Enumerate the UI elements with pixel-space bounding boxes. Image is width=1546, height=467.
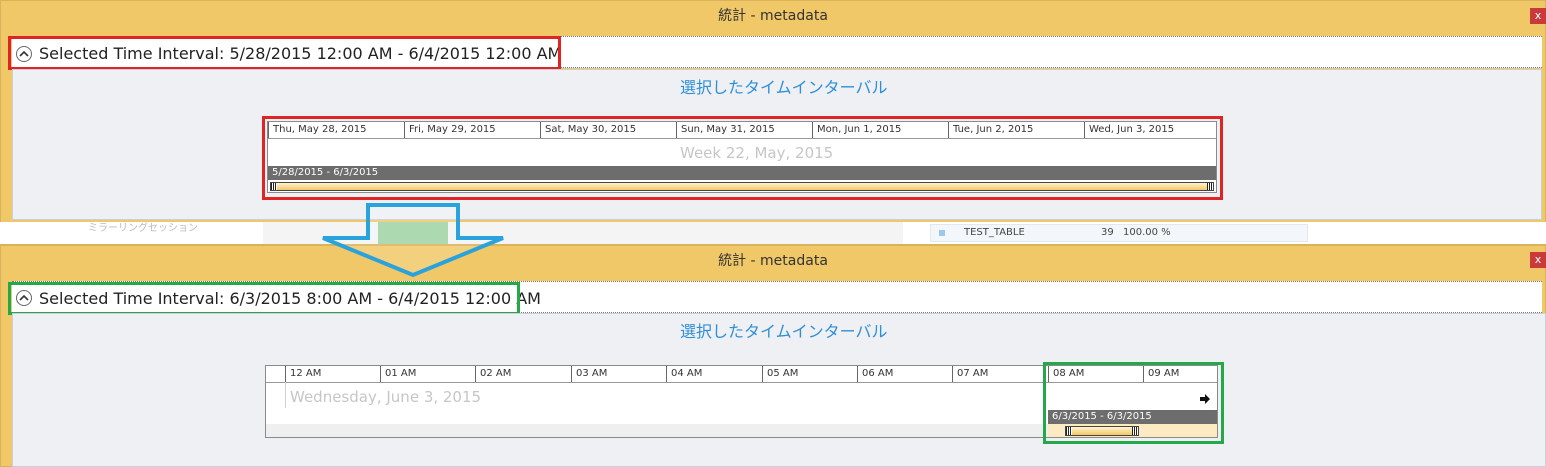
hour-tick: 07 AM xyxy=(952,366,1048,382)
top-interval-highlight xyxy=(8,36,561,70)
hour-tick: 03 AM xyxy=(571,366,666,382)
bottom-subtitle: 選択したタイムインターバル xyxy=(680,322,888,341)
background-content: ミラーリングセッション TEST_TABLE 39 100.00 % xyxy=(0,222,1546,244)
table-square-icon xyxy=(939,230,945,236)
background-table-row: TEST_TABLE 39 100.00 % xyxy=(930,224,1308,242)
bottom-window-title: 統計 - metadata xyxy=(718,253,828,269)
top-timeline-highlight xyxy=(262,116,1223,200)
hour-tick: 05 AM xyxy=(762,366,857,382)
table-percent: 100.00 % xyxy=(1123,227,1171,238)
down-arrow-icon xyxy=(318,203,508,282)
hour-tick: 02 AM xyxy=(475,366,571,382)
bottom-selection-highlight xyxy=(1043,362,1224,444)
hour-tick: 01 AM xyxy=(380,366,475,382)
top-close-icon[interactable]: x xyxy=(1530,8,1546,24)
hour-tick: 06 AM xyxy=(857,366,952,382)
hour-tick: 12 AM xyxy=(285,366,380,382)
top-subtitle: 選択したタイムインターバル xyxy=(680,78,888,97)
bottom-close-icon[interactable]: x xyxy=(1530,252,1546,268)
bottom-interval-highlight xyxy=(8,282,520,315)
table-name: TEST_TABLE xyxy=(964,227,1025,238)
day-separator xyxy=(285,382,286,408)
hour-tick: 04 AM xyxy=(666,366,762,382)
top-window-title: 統計 - metadata xyxy=(718,8,828,24)
table-count: 39 xyxy=(1101,227,1114,238)
bottom-day-label: Wednesday, June 3, 2015 xyxy=(290,388,482,406)
background-left-text: ミラーリングセッション xyxy=(88,223,198,234)
